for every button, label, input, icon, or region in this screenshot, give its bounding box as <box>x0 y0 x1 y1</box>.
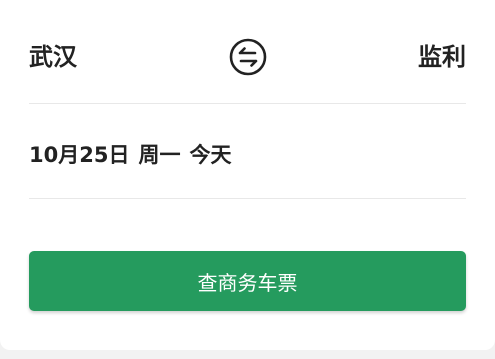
ticket-search-card: 武汉 监利 10月25日 周一 今天 查商务车票 <box>0 0 495 350</box>
route-selector: 武汉 监利 <box>29 30 466 84</box>
swap-cities-button[interactable] <box>228 37 268 77</box>
arrival-city[interactable]: 监利 <box>418 45 466 69</box>
departure-date-selector[interactable]: 10月25日 周一 今天 <box>29 130 466 178</box>
departure-city[interactable]: 武汉 <box>29 45 77 69</box>
relative-day-text: 今天 <box>189 143 232 167</box>
weekday-text: 周一 <box>138 143 181 167</box>
swap-arrows-icon <box>229 38 266 76</box>
date-text: 10月25日 <box>29 143 130 167</box>
divider <box>29 103 466 104</box>
divider <box>29 198 466 199</box>
search-tickets-button[interactable]: 查商务车票 <box>29 251 466 311</box>
